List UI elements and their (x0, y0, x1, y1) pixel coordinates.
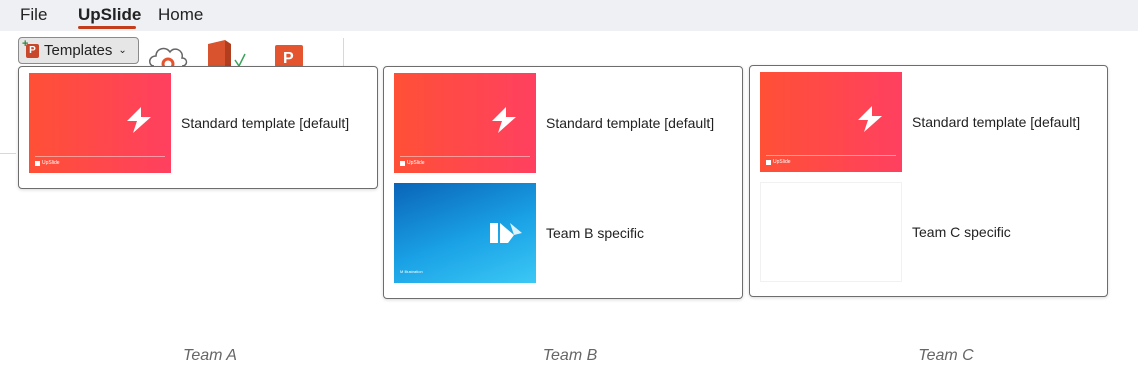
tab-home[interactable]: Home (158, 5, 203, 25)
template-label: Team C specific (912, 224, 1011, 240)
templates-dropdown-team-b: UpSlide Standard template [default] M Il… (383, 66, 743, 299)
templates-icon: + P (22, 38, 39, 58)
caption-team-b: Team B (542, 347, 598, 364)
ribbon-body-edge (0, 31, 16, 154)
tab-file[interactable]: File (20, 5, 47, 25)
templates-button-label: Templates (44, 42, 113, 59)
brand-mark-icon (490, 223, 522, 243)
active-tab-indicator (78, 26, 136, 29)
template-thumbnail: UpSlide (29, 73, 171, 173)
template-label: Standard template [default] (912, 114, 1081, 130)
ribbon-tab-bar: File UpSlide Home (0, 0, 1138, 31)
tab-upslide[interactable]: UpSlide (78, 5, 141, 25)
bolt-icon (127, 107, 151, 133)
ribbon-separator (343, 38, 344, 66)
template-item[interactable]: UpSlide Standard template [default] (760, 72, 1100, 172)
template-thumbnail: UpSlide (760, 72, 902, 172)
caption-team-a: Team A (183, 347, 237, 364)
template-item[interactable]: UpSlide Standard template [default] (29, 73, 369, 173)
template-item[interactable]: UpSlide Standard template [default] (394, 73, 734, 173)
template-label: Team B specific (546, 225, 645, 241)
templates-dropdown-team-c: UpSlide Standard template [default] Team… (749, 65, 1108, 297)
template-item[interactable]: M Illustration Team B specific (394, 183, 734, 283)
template-label: Standard template [default] (546, 115, 715, 131)
templates-dropdown-team-a: UpSlide Standard template [default] (18, 66, 378, 189)
thumbnail-footer: UpSlide (400, 160, 425, 166)
svg-text:P: P (283, 50, 294, 67)
caption-team-c: Team C (918, 347, 974, 364)
template-thumbnail (760, 182, 902, 282)
chevron-down-icon: ⌄ (118, 45, 127, 56)
template-item[interactable]: Team C specific (760, 182, 1100, 282)
bolt-icon (492, 107, 516, 133)
shield-icon[interactable] (205, 40, 247, 68)
cloud-icon[interactable] (148, 42, 188, 68)
thumbnail-footer: UpSlide (35, 160, 60, 166)
powerpoint-icon[interactable]: P (274, 44, 306, 68)
template-thumbnail: UpSlide (394, 73, 536, 173)
template-thumbnail: M Illustration (394, 183, 536, 283)
bolt-icon (858, 106, 882, 132)
template-label: Standard template [default] (181, 115, 350, 131)
thumbnail-footer: UpSlide (766, 159, 791, 165)
templates-button[interactable]: + P Templates ⌄ (18, 37, 139, 64)
thumbnail-footer: M Illustration (400, 269, 423, 274)
